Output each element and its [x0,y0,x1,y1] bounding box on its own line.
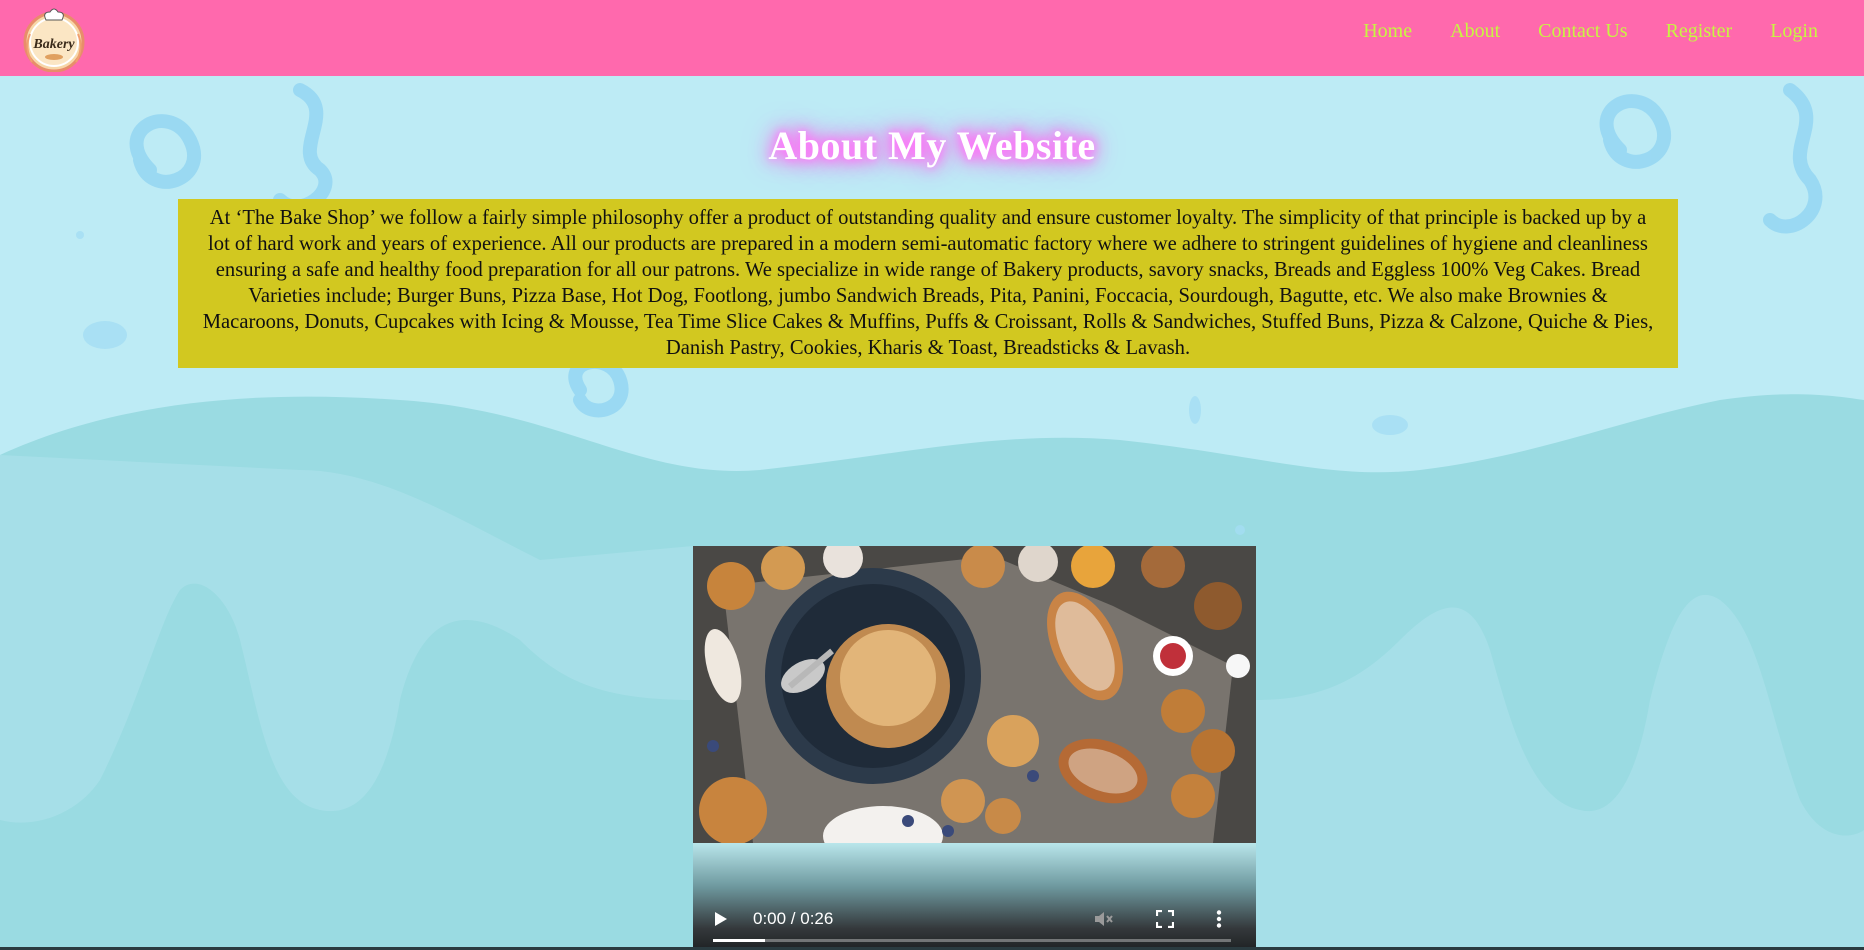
page-title: About My Website [768,123,1096,168]
fullscreen-button[interactable] [1156,899,1174,939]
nav-links: Home About Contact Us Register Login [1325,20,1818,43]
nav-contact-link[interactable]: Contact Us [1538,20,1627,43]
about-paragraph-box: At ‘The Bake Shop’ we follow a fairly si… [178,199,1678,368]
play-icon [715,912,727,926]
nav-home-link[interactable]: Home [1363,20,1412,43]
nav-about-link[interactable]: About [1450,20,1500,43]
video-controls: 0:00 / 0:26 [693,899,1256,939]
top-navbar: Bakery Home About Contact Us Register Lo… [0,0,1864,76]
video-player[interactable]: 0:00 / 0:26 [693,546,1256,950]
bakery-logo-icon: Bakery [23,8,85,73]
mute-button[interactable] [1093,899,1115,939]
video-progress-fill [713,939,765,942]
volume-icon [1095,912,1113,926]
more-vert-icon [1216,910,1222,928]
more-options-button[interactable] [1216,899,1222,939]
video-time-display: 0:00 / 0:26 [753,909,834,928]
bakery-logo[interactable]: Bakery [20,4,88,73]
video-progress-bar[interactable] [713,939,1231,942]
svg-text:Bakery: Bakery [32,37,75,52]
fullscreen-icon [1156,910,1174,928]
video-thumbnail-bakery-image [693,546,1256,843]
about-paragraph: At ‘The Bake Shop’ we follow a fairly si… [202,207,1654,359]
nav-login-link[interactable]: Login [1770,20,1818,43]
play-button[interactable] [711,899,729,939]
nav-register-link[interactable]: Register [1666,20,1733,43]
